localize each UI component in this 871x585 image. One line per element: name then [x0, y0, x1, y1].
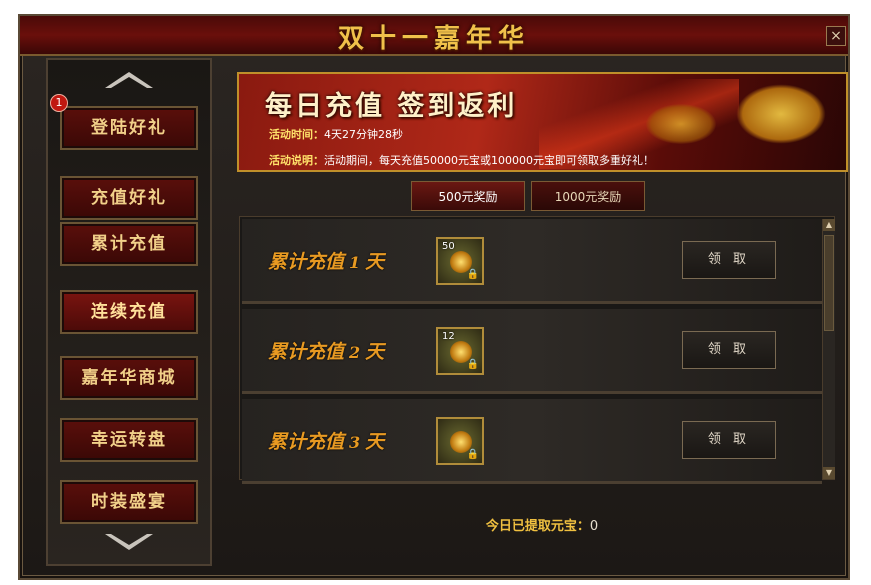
notification-badge: 1: [50, 94, 68, 112]
row-label: 累计充值 1 天: [268, 251, 385, 273]
sidebar-item-cumulative-recharge[interactable]: 累计充值: [60, 222, 198, 266]
lock-icon: 🔒: [466, 269, 479, 280]
tab-500-reward[interactable]: 500元奖励: [411, 181, 525, 211]
event-time-label: 活动时间：: [269, 128, 324, 141]
sidebar-item-carnival-shop[interactable]: 嘉年华商城: [60, 356, 198, 400]
nav-scroll-up-icon[interactable]: [48, 66, 210, 100]
scroll-thumb[interactable]: [824, 235, 834, 331]
nav-scroll-down-icon[interactable]: [48, 526, 210, 560]
event-time: 活动时间：4天27分钟28秒: [269, 126, 403, 142]
list-item: 累计充值 1 天 50 🔒 领 取: [242, 219, 822, 304]
event-description-value: 活动期间，每天充值50000元宝或100000元宝即可领取多重好礼！: [324, 154, 654, 167]
title-bar: 双十一嘉年华 ×: [20, 16, 848, 56]
event-window: 双十一嘉年华 × 登陆好礼 充值好礼 累计充值 连续充值 嘉年华商城 幸运转盘 …: [18, 14, 850, 580]
row-label: 累计充值 3 天: [268, 431, 385, 453]
item-count: 50: [442, 241, 455, 252]
daily-claimed-value: 0: [589, 519, 599, 534]
sidebar-nav: 登陆好礼 充值好礼 累计充值 连续充值 嘉年华商城 幸运转盘 时装盛宴: [46, 58, 212, 566]
reward-item-icon[interactable]: 🔒: [436, 417, 484, 465]
banner-gold-ingot-decoration: [646, 104, 716, 144]
sidebar-item-continuous-recharge[interactable]: 连续充值: [60, 290, 198, 334]
window-title: 双十一嘉年华: [337, 24, 530, 54]
event-time-value: 4天27分钟28秒: [324, 128, 403, 141]
list-scrollbar[interactable]: ▲ ▼: [822, 219, 835, 479]
item-count: 12: [442, 331, 455, 342]
tab-1000-reward[interactable]: 1000元奖励: [531, 181, 645, 211]
close-button[interactable]: ×: [826, 26, 846, 46]
claim-button[interactable]: 领 取: [682, 331, 776, 369]
sidebar-item-login-gift[interactable]: 登陆好礼: [60, 106, 198, 150]
scroll-down-icon[interactable]: ▼: [823, 467, 835, 479]
claim-button[interactable]: 领 取: [682, 421, 776, 459]
list-item: 累计充值 2 天 12 🔒 领 取: [242, 309, 822, 394]
list-item: 累计充值 3 天 🔒 领 取: [242, 399, 822, 484]
reward-item-icon[interactable]: 50 🔒: [436, 237, 484, 285]
daily-claimed-summary: 今日已提取元宝：0: [233, 515, 851, 534]
banner-gold-ingot-decoration: [736, 84, 826, 144]
banner-title: 每日充值 签到返利: [265, 91, 518, 122]
reward-list: 累计充值 1 天 50 🔒 领 取 累计充值 2 天 12 🔒 领 取 累计充值…: [239, 216, 835, 484]
reward-item-icon[interactable]: 12 🔒: [436, 327, 484, 375]
sidebar-item-lucky-wheel[interactable]: 幸运转盘: [60, 418, 198, 462]
main-content: 每日充值 签到返利 活动时间：4天27分钟28秒 活动说明：活动期间，每天充值5…: [233, 70, 851, 564]
event-description: 活动说明：活动期间，每天充值50000元宝或100000元宝即可领取多重好礼！: [269, 152, 654, 168]
event-banner: 每日充值 签到返利 活动时间：4天27分钟28秒 活动说明：活动期间，每天充值5…: [237, 72, 848, 172]
lock-icon: 🔒: [466, 359, 479, 370]
claim-button[interactable]: 领 取: [682, 241, 776, 279]
sidebar-item-recharge-gift[interactable]: 充值好礼: [60, 176, 198, 220]
scroll-up-icon[interactable]: ▲: [823, 219, 835, 231]
daily-claimed-label: 今日已提取元宝：: [485, 519, 590, 534]
sidebar-item-fashion-feast[interactable]: 时装盛宴: [60, 480, 198, 524]
row-label: 累计充值 2 天: [268, 341, 385, 363]
lock-icon: 🔒: [466, 449, 479, 460]
event-description-label: 活动说明：: [269, 154, 324, 167]
